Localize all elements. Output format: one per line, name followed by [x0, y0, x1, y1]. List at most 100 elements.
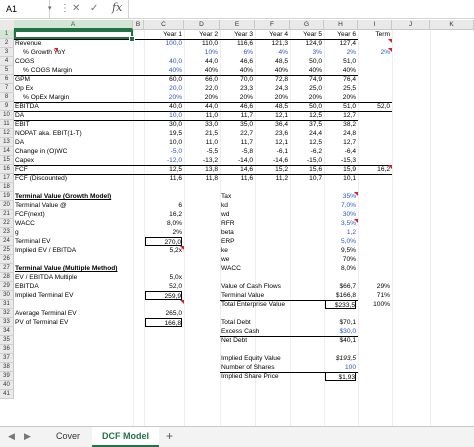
model-value[interactable]: 24,8: [325, 129, 356, 138]
model-value[interactable]: 25,5: [325, 84, 356, 93]
model-line-label[interactable]: Op Ex: [15, 84, 131, 93]
terminal-growth-label[interactable]: Implied EV / EBITDA: [15, 246, 142, 255]
row-header-1[interactable]: 1: [0, 30, 14, 39]
model-line-label[interactable]: NOPAT aka. EBIT(1-T): [15, 129, 131, 138]
model-value[interactable]: 36,4: [256, 120, 288, 129]
row-header-18[interactable]: 18: [0, 183, 14, 192]
model-value[interactable]: 19,5: [145, 129, 182, 138]
model-value[interactable]: 11,7: [221, 138, 253, 147]
column-header-h[interactable]: H: [324, 20, 358, 30]
row-header-30[interactable]: 30: [0, 291, 14, 300]
column-header-i[interactable]: I: [358, 20, 392, 30]
model-value[interactable]: 14,6: [221, 165, 253, 174]
row-header-31[interactable]: 31: [0, 300, 14, 309]
model-value[interactable]: -6,2: [291, 147, 322, 156]
terminal-multiple-label[interactable]: Implied Terminal EV: [15, 291, 142, 300]
terminal-growth-label[interactable]: Terminal EV: [15, 237, 142, 246]
wacc-value[interactable]: 30%: [325, 210, 356, 219]
model-value[interactable]: 12,1: [256, 138, 288, 147]
terminal-growth-value[interactable]: 270,0: [145, 237, 182, 246]
model-value[interactable]: 11,2: [256, 174, 288, 183]
excess-cash-value[interactable]: $30,0: [325, 327, 356, 336]
model-header-7[interactable]: Term: [359, 30, 390, 39]
model-value[interactable]: 6%: [221, 48, 253, 57]
model-value[interactable]: 124,9: [291, 39, 322, 48]
enter-icon[interactable]: ✓: [90, 2, 98, 16]
model-value[interactable]: -5,8: [221, 147, 253, 156]
model-value[interactable]: -15,0: [291, 156, 322, 165]
model-value[interactable]: 10,0: [145, 138, 182, 147]
tev-value[interactable]: $233,5: [325, 300, 356, 309]
model-value[interactable]: 40%: [221, 66, 253, 75]
terminal-growth-title[interactable]: Terminal Value (Growth Model): [15, 192, 142, 201]
model-line-label[interactable]: % COGS Margin: [15, 66, 131, 75]
model-value[interactable]: 21,5: [185, 129, 218, 138]
model-value[interactable]: 23,6: [256, 129, 288, 138]
terminal-multiple-label[interactable]: EV / EBITDA Multiple: [15, 273, 142, 282]
model-value[interactable]: 46,6: [221, 102, 253, 111]
terminal-growth-label[interactable]: g: [15, 228, 142, 237]
model-value[interactable]: 74,9: [291, 75, 322, 84]
row-header-38[interactable]: 38: [0, 363, 14, 372]
model-value[interactable]: 20%: [221, 93, 253, 102]
wacc-label[interactable]: WACC: [221, 264, 288, 273]
model-value[interactable]: 4%: [256, 48, 288, 57]
model-value[interactable]: 40,0: [145, 57, 182, 66]
column-header-g[interactable]: G: [290, 20, 324, 30]
row-header-35[interactable]: 35: [0, 336, 14, 345]
implied-share-price-label[interactable]: Implied Share Price: [221, 372, 322, 381]
model-value[interactable]: 24,3: [256, 84, 288, 93]
row-header-36[interactable]: 36: [0, 345, 14, 354]
model-value[interactable]: -12,0: [145, 156, 182, 165]
model-value[interactable]: 50,0: [291, 102, 322, 111]
name-box-dropdown-icon[interactable]: ▾: [48, 4, 52, 12]
model-value[interactable]: 44,0: [185, 102, 218, 111]
model-line-label[interactable]: COGS: [15, 57, 131, 66]
model-value[interactable]: 24,4: [291, 129, 322, 138]
pv-terminal-ev-label[interactable]: PV of Terminal EV: [15, 318, 142, 327]
model-value[interactable]: 100,0: [145, 39, 182, 48]
model-value[interactable]: 76,4: [325, 75, 356, 84]
model-value[interactable]: 127,4: [325, 39, 356, 48]
wacc-label[interactable]: ERP: [221, 237, 288, 246]
model-value[interactable]: 22,0: [185, 84, 218, 93]
wacc-label[interactable]: we: [221, 255, 288, 264]
model-value[interactable]: 40%: [325, 66, 356, 75]
next-sheet-icon[interactable]: ▶: [24, 431, 31, 442]
model-value[interactable]: 11,6: [145, 174, 182, 183]
row-header-6[interactable]: 6: [0, 75, 14, 84]
model-value[interactable]: -5,0: [145, 147, 182, 156]
wacc-label[interactable]: beta: [221, 228, 288, 237]
column-header-a[interactable]: A: [14, 20, 133, 30]
model-value[interactable]: 11,7: [221, 111, 253, 120]
model-value[interactable]: -5,5: [185, 147, 218, 156]
model-value[interactable]: 20%: [325, 93, 356, 102]
model-line-label[interactable]: EBITDA: [15, 102, 131, 111]
model-value[interactable]: 12,7: [325, 138, 356, 147]
model-value[interactable]: 13,8: [185, 165, 218, 174]
cancel-icon[interactable]: ✕: [72, 2, 80, 16]
model-value[interactable]: 110,0: [185, 39, 218, 48]
wacc-value[interactable]: 70%: [325, 255, 356, 264]
column-header-d[interactable]: D: [184, 20, 220, 30]
row-header-5[interactable]: 5: [0, 66, 14, 75]
formula-input[interactable]: [128, 0, 474, 18]
wacc-value[interactable]: 9,5%: [325, 246, 356, 255]
model-value[interactable]: 33,0: [185, 120, 218, 129]
row-header-15[interactable]: 15: [0, 156, 14, 165]
terminal-growth-label[interactable]: FCF(next): [15, 210, 142, 219]
model-value[interactable]: 37,5: [291, 120, 322, 129]
average-terminal-ev-label[interactable]: Average Terminal EV: [15, 309, 142, 318]
model-value[interactable]: 48,5: [256, 57, 288, 66]
row-header-34[interactable]: 34: [0, 327, 14, 336]
column-header-f[interactable]: F: [255, 20, 290, 30]
row-header-9[interactable]: 9: [0, 102, 14, 111]
model-value[interactable]: 46,6: [221, 57, 253, 66]
model-value[interactable]: 52,0: [359, 102, 390, 111]
model-line-label[interactable]: DA: [15, 138, 131, 147]
wacc-value[interactable]: 35%: [325, 192, 356, 201]
row-header-39[interactable]: 39: [0, 372, 14, 381]
wacc-label[interactable]: Tax: [221, 192, 288, 201]
model-value[interactable]: 16,2: [359, 165, 390, 174]
model-value[interactable]: 40%: [145, 66, 182, 75]
